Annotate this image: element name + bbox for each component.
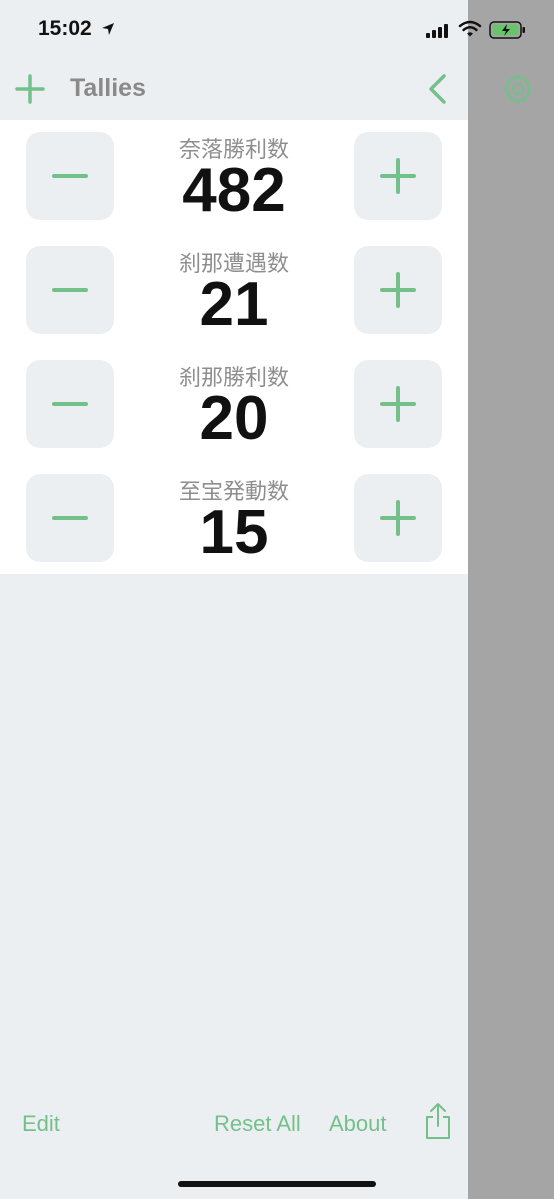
tally-row: 奈落勝利数 482: [0, 120, 468, 234]
decrement-button[interactable]: [26, 474, 114, 562]
tally-row: 至宝発動数 15: [0, 462, 468, 576]
plus-icon: [380, 158, 416, 194]
decrement-button[interactable]: [26, 360, 114, 448]
increment-button[interactable]: [354, 360, 442, 448]
gear-icon[interactable]: [501, 72, 535, 106]
status-time: 15:02: [38, 17, 92, 40]
minus-icon: [52, 516, 88, 520]
share-icon[interactable]: [424, 1102, 452, 1140]
tally-list: 奈落勝利数 482 刹那遭遇数 21 刹那勝利数 20 至宝発動数 15: [0, 120, 468, 574]
minus-icon: [52, 288, 88, 292]
tally-count: 15: [199, 498, 269, 567]
decrement-button[interactable]: [26, 246, 114, 334]
about-button[interactable]: About: [329, 1111, 387, 1137]
increment-button[interactable]: [354, 246, 442, 334]
main-panel: 15:02 Tallies 奈落勝利数 482 刹那遭遇数 21 刹那勝利数 2…: [0, 0, 468, 1199]
page-title: Tallies: [70, 74, 146, 102]
add-tally-button[interactable]: [14, 73, 46, 105]
tally-count: 21: [199, 270, 269, 339]
decrement-button[interactable]: [26, 132, 114, 220]
plus-icon: [380, 272, 416, 308]
plus-icon: [380, 386, 416, 422]
minus-icon: [52, 402, 88, 406]
plus-icon: [380, 500, 416, 536]
chevron-left-icon[interactable]: [424, 73, 452, 105]
tally-count: 482: [182, 156, 286, 225]
location-arrow-icon: [102, 23, 114, 35]
reset-all-button[interactable]: Reset All: [214, 1111, 301, 1137]
side-panel-overlay[interactable]: [468, 0, 554, 1199]
increment-button[interactable]: [354, 474, 442, 562]
wifi-icon: [458, 20, 482, 37]
edit-button[interactable]: Edit: [22, 1111, 60, 1137]
tally-count: 20: [199, 384, 269, 453]
signal-icon: [426, 24, 448, 38]
battery-charging-icon: [489, 21, 525, 39]
tally-row: 刹那遭遇数 21: [0, 234, 468, 348]
home-indicator[interactable]: [178, 1181, 376, 1187]
increment-button[interactable]: [354, 132, 442, 220]
tally-row: 刹那勝利数 20: [0, 348, 468, 462]
minus-icon: [52, 174, 88, 178]
